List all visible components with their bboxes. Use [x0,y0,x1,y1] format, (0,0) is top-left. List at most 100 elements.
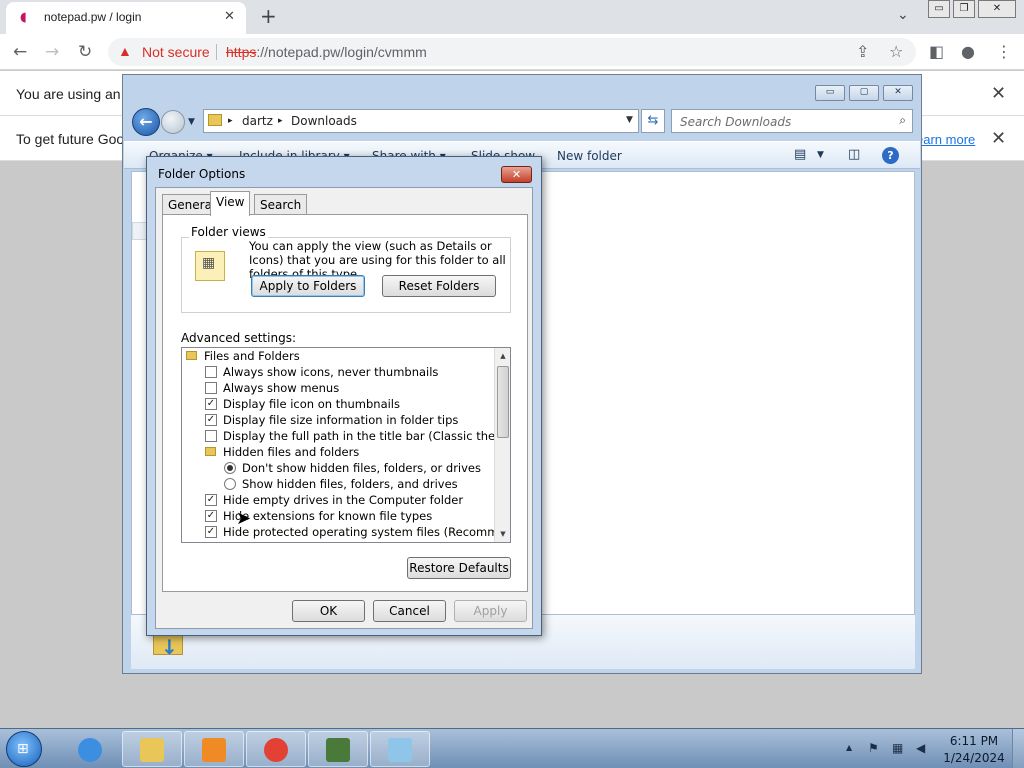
dialog-title: Folder Options [158,167,246,181]
network-icon[interactable]: ▦ [892,741,903,755]
breadcrumb-downloads[interactable]: Downloads [291,114,357,128]
clock-date[interactable]: 1/24/2024 [938,751,1010,765]
address-dropdown-icon[interactable]: ▼ [626,115,633,125]
info-bar-message: You are using an u [16,86,133,102]
windows-taskbar: ⊞ ▲ ⚑ ▦ ◀ 6:11 PM 1/24/2024 [0,728,1024,768]
breadcrumb-separator-icon[interactable]: ▸ [228,116,233,126]
taskbar-media-player[interactable] [184,731,244,767]
clock-time[interactable]: 6:11 PM [938,734,1010,748]
chrome-menu-icon[interactable]: ⋮ [996,42,1012,61]
show-hidden-icons-icon[interactable]: ▲ [846,743,852,752]
share-icon[interactable]: ⇪ [856,42,869,61]
scroll-down-icon[interactable]: ▼ [495,526,510,542]
help-icon[interactable]: ? [882,147,899,164]
show-desktop-button[interactable] [1012,729,1024,768]
tree-row-label: Display the full path in the title bar (… [223,429,510,443]
dialog-close-button[interactable]: ✕ [501,166,532,183]
checkbox-checked[interactable]: ✓ [205,398,217,410]
address-bar[interactable]: ▲ Not secure https://notepad.pw/login/cv… [108,38,916,66]
checkbox-unchecked[interactable] [205,382,217,394]
advanced-settings-label: Advanced settings: [181,331,296,345]
apply-button[interactable]: Apply [454,600,527,622]
not-secure-label[interactable]: Not secure [142,44,210,60]
tab-search[interactable]: Search [254,194,308,215]
profile-avatar-icon[interactable]: ● [961,42,975,61]
close-window-button[interactable]: ✕ [978,0,1016,18]
taskbar-google-chrome[interactable] [246,731,306,767]
taskbar-notepad[interactable] [370,731,430,767]
view-tab-panel: Folder views ▦ You can apply the view (s… [162,214,528,592]
checkbox-checked[interactable]: ✓ [205,494,217,506]
tab-view[interactable]: View [210,191,251,216]
scroll-up-icon[interactable]: ▲ [495,348,510,364]
explorer-back-button[interactable]: ← [132,108,160,136]
advanced-settings-tree[interactable]: ✓ Hide protected operating system files (… [181,347,511,543]
tab-search-chevron-icon[interactable]: ⌄ [897,7,909,23]
taskbar-file-explorer[interactable] [122,731,182,767]
url-text[interactable]: https://notepad.pw/login/cvmmm [226,44,427,60]
tree-row-label: Hide extensions for known file types [223,509,433,523]
bookmark-star-icon[interactable]: ☆ [889,42,903,61]
folder-views-icon: ▦ [195,251,225,281]
checkbox-checked[interactable]: ✓ [205,414,217,426]
breadcrumb-separator-icon[interactable]: ▸ [278,116,283,126]
restore-defaults-button[interactable]: Restore Defaults [407,557,511,579]
radio-unselected[interactable] [224,478,236,490]
tree-scrollbar[interactable]: ▲ ▼ [494,348,510,542]
mouse-cursor-icon: ➤ [236,508,252,529]
explorer-maximize-button[interactable]: ▢ [849,85,879,101]
reset-folders-button[interactable]: Reset Folders [382,275,496,297]
warning-icon[interactable]: ▲ [118,43,132,59]
minimize-button[interactable]: ▭ [928,0,950,18]
info-bar-message: To get future Goog [16,131,132,147]
forward-arrow-icon[interactable]: → [45,42,59,62]
checkbox-unchecked[interactable] [205,366,217,378]
folder-views-label: Folder views [189,225,268,239]
restore-button[interactable]: ❐ [953,0,975,18]
browser-tab-strip: ◖ notepad.pw / login ✕ + ⌄ ▭ ❐ ✕ [0,0,1024,34]
side-panel-icon[interactable]: ◧ [929,42,944,61]
radio-selected[interactable] [224,462,236,474]
change-view-icon[interactable]: ▤ [794,147,806,162]
breadcrumb-dartz[interactable]: dartz [242,114,273,128]
scroll-thumb[interactable] [497,366,509,438]
recent-pages-chevron-icon[interactable]: ▼ [188,117,195,127]
view-options-chevron-icon[interactable]: ▼ [817,150,824,160]
action-center-icon[interactable]: ⚑ [868,741,879,755]
browser-tab[interactable]: ◖ notepad.pw / login ✕ [6,2,246,34]
explorer-address-bar[interactable]: ▸ dartz ▸ Downloads ▼ [203,109,639,133]
download-arrow-icon: ↓ [161,635,178,659]
reload-icon[interactable]: ↻ [78,42,92,62]
tree-row-label: Files and Folders [204,349,300,363]
back-arrow-icon[interactable]: ← [13,42,27,62]
search-icon[interactable]: ⌕ [899,113,906,128]
cancel-button[interactable]: Cancel [373,600,446,622]
explorer-minimize-button[interactable]: ▭ [815,85,845,101]
checkbox-checked[interactable]: ✓ [205,526,217,538]
apply-to-folders-button[interactable]: Apply to Folders [251,275,365,297]
explorer-search-input[interactable]: Search Downloads ⌕ [671,109,913,133]
checkbox-checked[interactable]: ✓ [205,510,217,522]
preview-pane-icon[interactable]: ◫ [848,147,860,162]
volume-icon[interactable]: ◀ [916,741,925,755]
folder-icon [205,447,216,456]
learn-more-link[interactable]: earn more [916,132,975,147]
explorer-refresh-button[interactable]: ⇆ [641,109,665,133]
ok-button[interactable]: OK [292,600,365,622]
tree-row-label: Always show icons, never thumbnails [223,365,439,379]
taskbar-task-manager[interactable] [308,731,368,767]
tab-close-icon[interactable]: ✕ [224,9,235,24]
explorer-close-button[interactable]: ✕ [883,85,913,101]
tree-row-label: Hide protected operating system files (R… [223,525,511,539]
folder-icon [208,114,222,126]
close-icon[interactable]: ✕ [991,83,1006,104]
checkbox-unchecked[interactable] [205,430,217,442]
new-folder-button[interactable]: New folder [557,149,622,163]
taskbar-internet-explorer[interactable] [60,731,120,767]
explorer-forward-button[interactable] [161,110,185,134]
notepad-favicon-icon: ◖ [20,10,27,25]
start-button[interactable]: ⊞ [6,731,42,767]
tree-row-label: Hide empty drives in the Computer folder [223,493,464,507]
new-tab-button[interactable]: + [260,4,277,28]
close-icon[interactable]: ✕ [991,128,1006,149]
